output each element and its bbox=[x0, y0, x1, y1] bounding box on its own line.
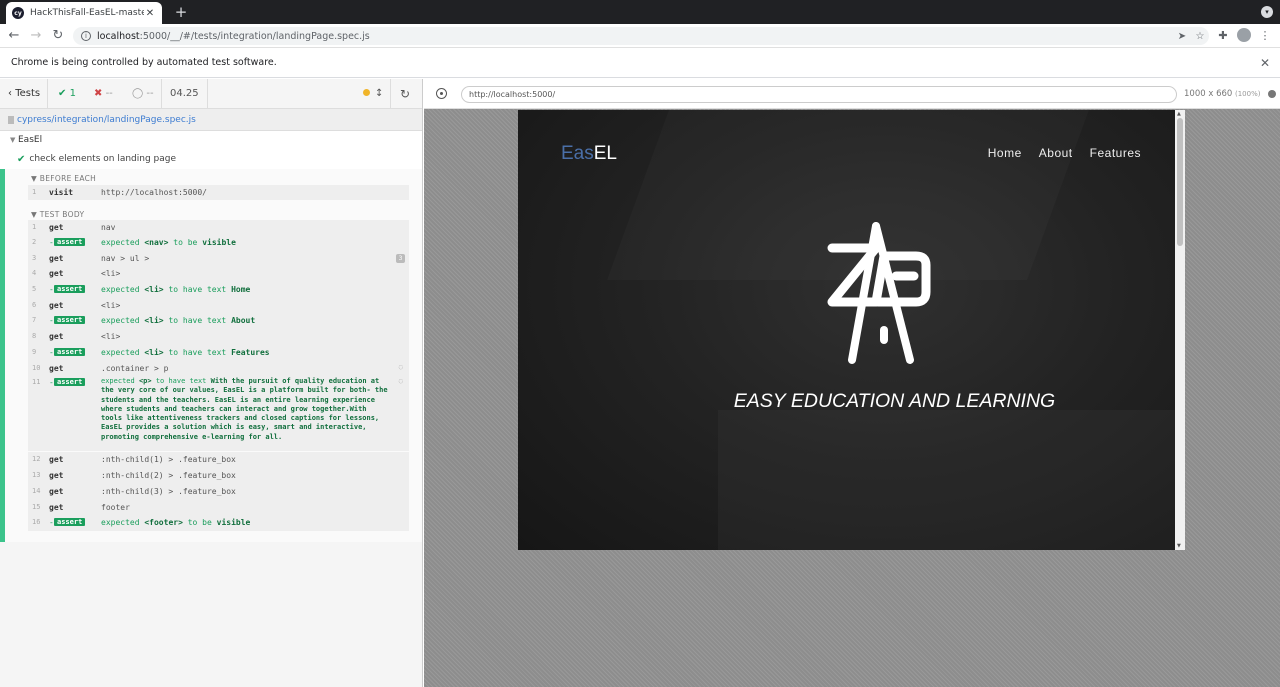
runnable-list: ▼ EasEl ✔ check elements on landing page… bbox=[0, 131, 422, 542]
command-row[interactable]: 16 - assert expected <footer> to be visi… bbox=[28, 515, 409, 531]
back-to-tests-button[interactable]: ‹ Tests bbox=[8, 79, 40, 109]
reporter-header: ‹ Tests ✔ 1 ✖ -- ◯ -- 04.25 ↕ ↻ bbox=[0, 79, 422, 109]
tab-search-icon[interactable]: ▾ bbox=[1261, 6, 1273, 18]
address-url: localhost:5000/__/#/tests/integration/la… bbox=[97, 30, 370, 42]
cypress-favicon-icon: cy bbox=[12, 7, 24, 19]
command-row[interactable]: 4 get <li> bbox=[28, 266, 409, 282]
command-row[interactable]: 7 - assert expected <li> to have text Ab… bbox=[28, 313, 409, 329]
passed-count[interactable]: ✔ 1 bbox=[58, 79, 76, 109]
command-row[interactable]: 11 - assert expected <p> to have text Wi… bbox=[28, 375, 409, 451]
bookmark-star-icon[interactable]: ☆ bbox=[1191, 31, 1209, 42]
command-row[interactable]: 8 get <li> bbox=[28, 329, 409, 345]
browser-tab[interactable]: cy HackThisFall-EasEL-master-ba ✕ bbox=[6, 2, 162, 24]
rerun-icon[interactable]: ↻ bbox=[400, 79, 410, 109]
command-row[interactable]: 5 - assert expected <li> to have text Ho… bbox=[28, 282, 409, 298]
nav-features-link[interactable]: Features bbox=[1090, 146, 1141, 160]
infobar-message: Chrome is being controlled by automated … bbox=[11, 57, 277, 68]
check-icon: ✔ bbox=[17, 153, 26, 165]
address-bar[interactable]: i localhost:5000/__/#/tests/integration/… bbox=[73, 27, 1209, 45]
browser-toolbar: ← → ↻ i localhost:5000/__/#/tests/integr… bbox=[0, 24, 1280, 48]
file-icon bbox=[8, 115, 14, 124]
aut-preview: http://localhost:5000/ 1000 x 660 (100%)… bbox=[424, 79, 1280, 687]
command-row[interactable]: 10 get .container > p ◌ bbox=[28, 361, 409, 375]
element-count-badge: 3 bbox=[396, 254, 405, 263]
run-duration: 04.25 bbox=[170, 88, 199, 99]
command-row[interactable]: 15 get footer bbox=[28, 500, 409, 515]
pending-count[interactable]: ◯ -- bbox=[132, 79, 154, 109]
caret-down-icon: ▼ bbox=[10, 136, 16, 144]
cypress-reporter: ‹ Tests ✔ 1 ✖ -- ◯ -- 04.25 ↕ ↻ cypress/… bbox=[0, 79, 423, 687]
infobar-close-icon[interactable]: ✕ bbox=[1260, 56, 1270, 70]
new-tab-button[interactable]: + bbox=[172, 2, 190, 22]
viewport-info-icon[interactable] bbox=[1268, 90, 1276, 98]
site-info-icon[interactable]: i bbox=[81, 31, 91, 41]
suite-title: EasEl bbox=[18, 135, 43, 145]
easel-emblem-icon bbox=[827, 222, 931, 364]
command-row[interactable]: 1 get nav bbox=[28, 220, 409, 235]
assert-badge: assert bbox=[54, 238, 86, 246]
reload-icon[interactable]: ↻ bbox=[49, 27, 67, 45]
failed-count[interactable]: ✖ -- bbox=[94, 79, 113, 109]
selector-playground-icon[interactable] bbox=[436, 88, 447, 99]
auto-scroll-toggle-icon[interactable]: ↕ bbox=[375, 79, 383, 109]
before-each-hook[interactable]: ▼ BEFORE EACH bbox=[31, 174, 96, 183]
automation-infobar: Chrome is being controlled by automated … bbox=[0, 48, 1280, 78]
extensions-puzzle-icon[interactable]: ✚ bbox=[1214, 27, 1232, 45]
assert-badge: assert bbox=[54, 316, 86, 324]
test-row[interactable]: ✔ check elements on landing page bbox=[0, 149, 422, 169]
suite-row[interactable]: ▼ EasEl bbox=[0, 131, 422, 149]
scroll-thumb[interactable] bbox=[1177, 118, 1183, 246]
preview-header: http://localhost:5000/ 1000 x 660 (100%) bbox=[424, 79, 1280, 109]
app-scrollbar[interactable]: ▲ ▼ bbox=[1175, 110, 1185, 550]
command-row[interactable]: 2 - assert expected <nav> to be visible bbox=[28, 235, 409, 251]
test-body-hook[interactable]: ▼ TEST BODY bbox=[31, 210, 84, 219]
command-row[interactable]: 1 visit http://localhost:5000/ bbox=[28, 185, 409, 200]
eye-slash-icon: ◌ bbox=[398, 377, 403, 385]
assert-badge: assert bbox=[54, 285, 86, 293]
test-commands: ▼ BEFORE EACH 1 visit http://localhost:5… bbox=[0, 169, 422, 542]
spec-path-bar: cypress/integration/landingPage.spec.js bbox=[0, 109, 422, 131]
profile-avatar-icon[interactable] bbox=[1237, 28, 1251, 42]
tab-title: HackThisFall-EasEL-master-ba bbox=[30, 8, 144, 18]
app-nav: Home About Features bbox=[988, 146, 1141, 160]
browser-tab-strip: cy HackThisFall-EasEL-master-ba ✕ + ▾ bbox=[0, 0, 1280, 24]
command-row[interactable]: 6 get <li> bbox=[28, 298, 409, 313]
app-logo[interactable]: EasEL bbox=[561, 143, 617, 165]
assert-badge: assert bbox=[54, 378, 86, 386]
command-row[interactable]: 9 - assert expected <li> to have text Fe… bbox=[28, 345, 409, 361]
close-tab-icon[interactable]: ✕ bbox=[144, 8, 156, 19]
eye-slash-icon: ◌ bbox=[398, 363, 403, 371]
back-arrow-icon[interactable]: ← bbox=[5, 27, 23, 45]
nav-home-link[interactable]: Home bbox=[988, 146, 1022, 160]
app-tagline: EASY EDUCATION AND LEARNING bbox=[733, 390, 1056, 412]
command-row[interactable]: 12 get :nth-child(1) > .feature_box bbox=[28, 452, 409, 468]
nav-about-link[interactable]: About bbox=[1039, 146, 1073, 160]
running-indicator bbox=[363, 79, 370, 109]
browser-menu-icon[interactable]: ⋮ bbox=[1256, 27, 1274, 45]
assert-badge: assert bbox=[54, 348, 86, 356]
forward-arrow-icon[interactable]: → bbox=[27, 27, 45, 45]
app-frame: EasEL Home About Features EASY EDUCATION… bbox=[518, 110, 1185, 550]
command-row[interactable]: 3 get nav > ul > 3 bbox=[28, 251, 409, 266]
aut-url-field[interactable]: http://localhost:5000/ bbox=[461, 86, 1177, 103]
command-row[interactable]: 14 get :nth-child(3) > .feature_box bbox=[28, 484, 409, 500]
spec-path-link[interactable]: cypress/integration/landingPage.spec.js bbox=[17, 115, 196, 125]
send-tab-icon[interactable]: ➤ bbox=[1173, 31, 1191, 42]
assert-badge: assert bbox=[54, 518, 86, 526]
command-row[interactable]: 13 get :nth-child(2) > .feature_box bbox=[28, 468, 409, 484]
test-title: check elements on landing page bbox=[29, 154, 177, 164]
viewport-size: 1000 x 660 (100%) bbox=[1184, 89, 1261, 99]
